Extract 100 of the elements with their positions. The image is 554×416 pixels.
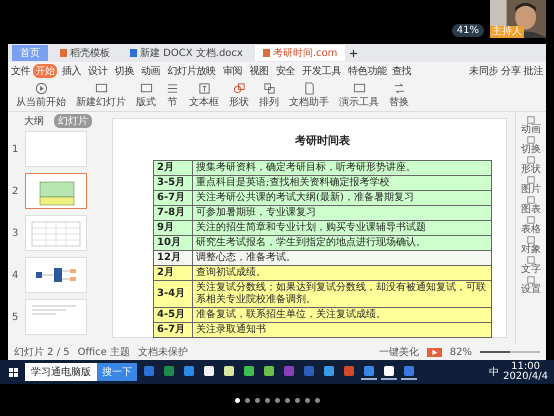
ribbon-tab[interactable]: 审阅 bbox=[220, 64, 244, 78]
table-cell: 12月 bbox=[154, 250, 192, 266]
taskbar-app-icon[interactable] bbox=[381, 364, 397, 380]
square-icon bbox=[527, 276, 535, 284]
ribbon-button[interactable]: 从当前开始 bbox=[14, 82, 68, 108]
page-dot[interactable] bbox=[314, 398, 320, 402]
search-button[interactable]: 查找 bbox=[392, 64, 412, 78]
square-icon bbox=[527, 176, 535, 184]
table-cell: 调整心态，准备考试。 bbox=[192, 250, 492, 266]
ribbon-tab[interactable]: 幻灯片放映 bbox=[165, 64, 218, 78]
side-tool[interactable]: 文字 bbox=[521, 256, 541, 275]
table-cell: 准备复试，联系招生单位，关注复试成绩。 bbox=[192, 308, 492, 322]
side-tool[interactable]: 动画 bbox=[521, 116, 541, 135]
search-button[interactable]: 搜一下 bbox=[97, 363, 137, 381]
page-dot[interactable] bbox=[304, 398, 310, 402]
ribbon-button[interactable]: 新建幻灯片 bbox=[74, 82, 128, 108]
side-tool[interactable]: 对象 bbox=[521, 236, 541, 255]
beautify-button[interactable]: 一键美化 bbox=[378, 345, 419, 359]
ribbon-tab[interactable]: 动画 bbox=[139, 64, 162, 78]
table-cell: 9月 bbox=[154, 220, 192, 236]
table-cell: 关注录取通知书 bbox=[192, 322, 492, 338]
ribbon-button[interactable]: 文本框 bbox=[187, 82, 221, 108]
ribbon-tab[interactable]: 视图 bbox=[247, 64, 271, 78]
side-tool[interactable]: 图表 bbox=[521, 196, 541, 215]
table-cell: 4-5月 bbox=[154, 308, 192, 322]
theme-label: Office 主题 bbox=[78, 346, 130, 359]
table-cell: 3-5月 bbox=[154, 176, 192, 190]
side-tool[interactable]: 切换 bbox=[521, 136, 541, 155]
table-cell: 7-8月 bbox=[154, 206, 192, 220]
file-icon bbox=[60, 49, 67, 57]
toolbar-link[interactable]: 未同步 bbox=[469, 64, 498, 78]
ribbon-button[interactable]: 文档助手 bbox=[287, 82, 331, 108]
page-dot[interactable] bbox=[244, 398, 250, 402]
ribbon-button[interactable]: 排列 bbox=[257, 82, 281, 108]
search-field[interactable]: 学习通电脑版 bbox=[25, 363, 97, 381]
toolbar-link[interactable]: 批注 bbox=[524, 64, 543, 78]
side-tool[interactable]: 设置 bbox=[521, 276, 541, 295]
zoom-percent[interactable]: 82% bbox=[450, 346, 472, 358]
protection-status[interactable]: 文档未保护 bbox=[138, 345, 188, 359]
ribbon-tab[interactable]: 开发工具 bbox=[300, 64, 343, 78]
slide-number: 5 bbox=[12, 312, 20, 322]
clock-time: 11:00 bbox=[511, 362, 540, 372]
start-icon[interactable] bbox=[6, 368, 21, 376]
square-icon bbox=[527, 216, 535, 224]
table-cell: 2月 bbox=[154, 266, 192, 280]
ribbon-button[interactable]: 节 bbox=[164, 82, 181, 108]
shapes-icon bbox=[232, 82, 246, 94]
page-dot[interactable] bbox=[264, 398, 270, 402]
taskbar-app-icon[interactable] bbox=[401, 364, 417, 380]
square-icon bbox=[527, 236, 535, 244]
page-dot[interactable] bbox=[284, 398, 290, 402]
ribbon-tab[interactable]: 切换 bbox=[112, 64, 136, 78]
table-cell: 6-7月 bbox=[154, 322, 192, 338]
input-method[interactable]: 中 bbox=[489, 365, 500, 379]
square-icon bbox=[527, 156, 535, 164]
ribbon-button[interactable]: 版式 bbox=[134, 82, 158, 108]
document-tab[interactable]: 稻壳模板 bbox=[52, 45, 118, 61]
layers-icon bbox=[262, 82, 276, 94]
square-icon bbox=[527, 136, 535, 144]
square-icon bbox=[527, 256, 535, 264]
ribbon-tab[interactable]: 设计 bbox=[86, 64, 110, 78]
side-tool[interactable]: 图片 bbox=[521, 176, 541, 195]
page-dot[interactable] bbox=[294, 398, 300, 402]
table-cell: 关注考研公共课的考试大纲(最新)，准备暑期复习 bbox=[192, 190, 492, 206]
file-menu[interactable]: 文件 bbox=[11, 64, 30, 78]
table-cell: 可参加暑期班，专业课复习 bbox=[192, 206, 492, 220]
slide-icon bbox=[94, 82, 108, 94]
new-tab-icon[interactable] bbox=[349, 48, 358, 58]
square-icon bbox=[527, 196, 535, 204]
swap-icon bbox=[392, 82, 406, 94]
table-cell: 3-4月 bbox=[154, 280, 192, 308]
ribbon-tab[interactable]: 安全 bbox=[274, 64, 298, 78]
ribbon-button[interactable]: 形状 bbox=[227, 82, 251, 108]
side-tool[interactable]: 形状 bbox=[521, 156, 541, 175]
table-cell: 查询初试成绩。 bbox=[192, 266, 492, 280]
page-dot[interactable] bbox=[234, 398, 240, 402]
side-tool[interactable]: 表格 bbox=[521, 216, 541, 235]
document-tab[interactable]: 新建 DOCX 文档.docx bbox=[122, 45, 251, 61]
ribbon-button[interactable]: 替换 bbox=[387, 82, 411, 108]
speed-badge: 41% bbox=[452, 24, 484, 37]
table-cell: 关注复试分数线；如果达到复试分数线，却没有被通知复试，可联系相关专业院校准备调剂。 bbox=[192, 280, 492, 308]
page-dot[interactable] bbox=[274, 398, 280, 402]
panel-tab[interactable]: 大纲 bbox=[20, 114, 48, 128]
ribbon-tab[interactable]: 特色功能 bbox=[346, 64, 389, 78]
slide-number: 4 bbox=[12, 270, 20, 280]
page-dot[interactable] bbox=[254, 398, 260, 402]
slide-thumbnail[interactable] bbox=[25, 173, 87, 209]
slide-number: 3 bbox=[12, 228, 20, 238]
slide-title: 考研时间表 bbox=[295, 133, 350, 148]
table-cell: 搜集考研资料，确定考研目标，听考研形势讲座。 bbox=[192, 160, 492, 176]
table-cell: 2月 bbox=[154, 160, 192, 176]
table-cell: 研究生考试报名，学生到指定的地点进行现场确认。 bbox=[192, 236, 492, 250]
ribbon-tab[interactable]: 插入 bbox=[60, 64, 84, 78]
play-icon[interactable] bbox=[426, 348, 442, 356]
slide-number: 2 bbox=[12, 186, 20, 196]
layout-icon bbox=[140, 82, 152, 94]
document-tab[interactable]: 考研时间.com bbox=[254, 45, 346, 61]
ribbon-button[interactable]: 演示工具 bbox=[337, 82, 381, 108]
taskbar-app-icon[interactable] bbox=[361, 364, 377, 380]
toolbar-link[interactable]: 分享 bbox=[501, 64, 521, 78]
